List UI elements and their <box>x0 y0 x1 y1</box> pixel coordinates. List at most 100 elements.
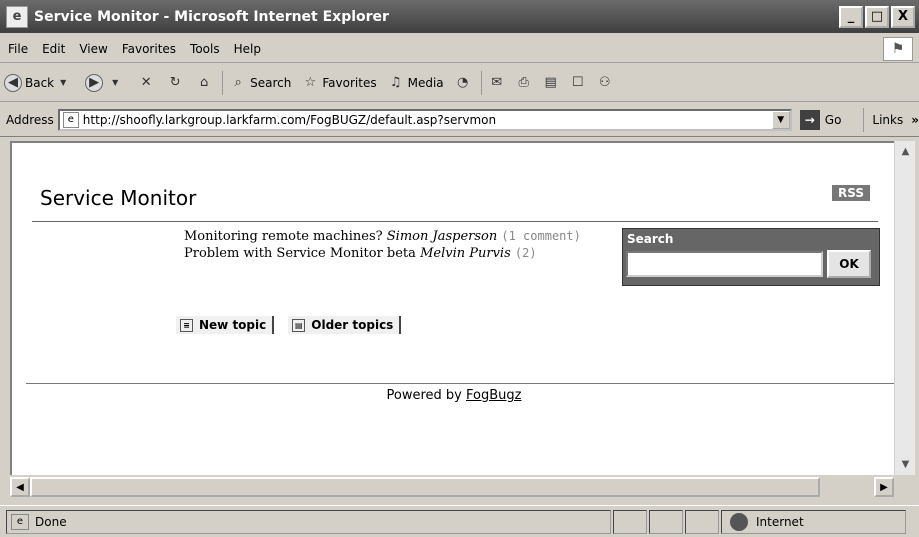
windows-logo-icon: ⚑ <box>883 37 913 61</box>
search-label: Search <box>250 75 292 90</box>
menu-file[interactable]: File <box>0 42 35 56</box>
title-bar: e Service Monitor - Microsoft Internet E… <box>0 0 919 33</box>
rss-button[interactable]: RSS <box>832 185 870 201</box>
back-label: Back <box>25 75 55 90</box>
scroll-left-icon[interactable]: ◀ <box>10 477 30 497</box>
topic-list: Monitoring remote machines? Simon Jasper… <box>184 228 584 262</box>
security-zone: Internet <box>721 509 906 534</box>
older-topics-button[interactable]: ▤ Older topics <box>288 316 402 334</box>
back-button[interactable]: ◀ Back ▼ <box>4 73 75 92</box>
star-icon: ☆ <box>304 75 317 90</box>
zone-label: Internet <box>756 514 804 529</box>
title-divider <box>32 221 878 222</box>
go-arrow-icon: → <box>799 109 820 130</box>
discuss-icon[interactable]: ☐ <box>569 74 587 92</box>
minimize-button[interactable]: _ <box>839 5 863 28</box>
older-topics-icon: ▤ <box>292 318 306 332</box>
fogbugz-link[interactable]: FogBugz <box>466 388 521 403</box>
media-label: Media <box>407 75 444 90</box>
scroll-corner <box>894 475 919 499</box>
menu-view[interactable]: View <box>72 42 114 56</box>
address-input[interactable]: e http://shoofly.larkgroup.larkfarm.com/… <box>57 108 792 131</box>
address-dropdown-icon[interactable]: ▼ <box>771 110 790 129</box>
media-button[interactable]: ♫ Media <box>387 74 444 92</box>
search-ok-button[interactable]: OK <box>827 250 871 278</box>
toolbar-separator <box>222 70 224 95</box>
page-viewport: Service Monitor RSS Monitoring remote ma… <box>10 141 894 475</box>
toolbar: ◀ Back ▼ ▶ ▼ ✕ ↻ ⌂ ⌕ Search ☆ Favorites … <box>0 64 919 102</box>
forward-dropdown-icon[interactable]: ▼ <box>106 74 124 92</box>
page-done-icon: e <box>11 513 29 530</box>
edit-icon[interactable]: ▤ <box>542 74 560 92</box>
links-toolbar[interactable]: Links » <box>863 107 919 132</box>
status-cell <box>649 509 683 534</box>
stop-icon[interactable]: ✕ <box>137 74 155 92</box>
menu-favorites[interactable]: Favorites <box>115 42 183 56</box>
new-topic-button[interactable]: ≡ New topic <box>176 316 275 334</box>
topic-buttons: ≡ New topic ▤ Older topics <box>176 316 415 334</box>
vertical-scrollbar[interactable]: ▲ ▼ <box>894 141 915 475</box>
search-icon: ⌕ <box>234 75 242 90</box>
address-label: Address <box>6 112 54 127</box>
forward-button[interactable]: ▶ ▼ <box>85 73 127 92</box>
scroll-right-icon[interactable]: ▶ <box>874 477 894 497</box>
scroll-up-icon[interactable]: ▲ <box>895 141 916 162</box>
mail-icon[interactable]: ✉ <box>488 74 506 92</box>
favorites-label: Favorites <box>322 75 377 90</box>
go-button[interactable]: → Go <box>799 109 842 130</box>
status-bar: e Done Internet <box>0 505 919 537</box>
window-title: Service Monitor - Microsoft Internet Exp… <box>34 8 389 25</box>
status-cell <box>613 509 647 534</box>
go-label: Go <box>824 112 842 127</box>
ie-icon: e <box>6 5 28 28</box>
address-url: http://shoofly.larkgroup.larkfarm.com/Fo… <box>82 112 497 127</box>
media-icon: ♫ <box>389 75 402 90</box>
topic-count: (2) <box>514 246 537 260</box>
search-button[interactable]: ⌕ Search <box>229 74 292 92</box>
favorites-button[interactable]: ☆ Favorites <box>301 74 377 92</box>
new-topic-label: New topic <box>199 318 267 332</box>
topic-author: Simon Jasperson <box>386 229 498 244</box>
history-icon[interactable]: ◔ <box>454 74 472 92</box>
footer-prefix: Powered by <box>386 388 462 403</box>
horizontal-scrollbar[interactable]: ◀ ▶ <box>10 475 894 499</box>
maximize-button[interactable]: □ <box>865 5 889 28</box>
home-icon[interactable]: ⌂ <box>195 74 213 92</box>
new-topic-icon: ≡ <box>180 318 193 332</box>
horizontal-scroll-thumb[interactable] <box>30 477 820 497</box>
back-dropdown-icon[interactable]: ▼ <box>54 74 72 92</box>
older-topics-label: Older topics <box>311 318 394 332</box>
status-main: e Done <box>6 509 611 534</box>
search-panel: Search OK <box>622 228 880 286</box>
footer: Powered by FogBugz <box>12 388 894 403</box>
menu-edit[interactable]: Edit <box>35 42 72 56</box>
forward-arrow-icon: ▶ <box>85 73 104 92</box>
scroll-down-icon[interactable]: ▼ <box>895 454 916 475</box>
search-input[interactable] <box>626 251 823 277</box>
list-item: Problem with Service Monitor beta Melvin… <box>184 245 584 262</box>
topic-count: (1 comment) <box>501 229 581 243</box>
topic-subject-link[interactable]: Problem with Service Monitor beta <box>184 246 416 261</box>
status-cell <box>685 509 719 534</box>
menu-help[interactable]: Help <box>227 42 268 56</box>
refresh-icon[interactable]: ↻ <box>166 74 184 92</box>
menu-tools[interactable]: Tools <box>183 42 227 56</box>
toolbar-separator <box>480 70 482 95</box>
globe-icon <box>730 512 748 531</box>
status-text: Done <box>35 514 67 529</box>
page-title: Service Monitor <box>40 186 197 210</box>
page-icon: e <box>62 111 79 128</box>
print-icon[interactable]: ⎙ <box>515 74 533 92</box>
links-chevron-icon[interactable]: » <box>911 113 919 127</box>
topic-author: Melvin Purvis <box>420 246 511 261</box>
topic-subject-link[interactable]: Monitoring remote machines? <box>184 229 383 244</box>
back-arrow-icon: ◀ <box>4 73 22 92</box>
menu-bar: File Edit View Favorites Tools Help ⚑ <box>0 35 919 63</box>
close-button[interactable]: X <box>891 5 915 28</box>
address-bar: Address e http://shoofly.larkgroup.larkf… <box>0 103 919 137</box>
links-label: Links <box>872 112 904 127</box>
footer-divider <box>26 383 894 384</box>
list-item: Monitoring remote machines? Simon Jasper… <box>184 228 584 245</box>
search-panel-label: Search <box>627 232 674 246</box>
messenger-icon[interactable]: ⚇ <box>596 74 614 92</box>
